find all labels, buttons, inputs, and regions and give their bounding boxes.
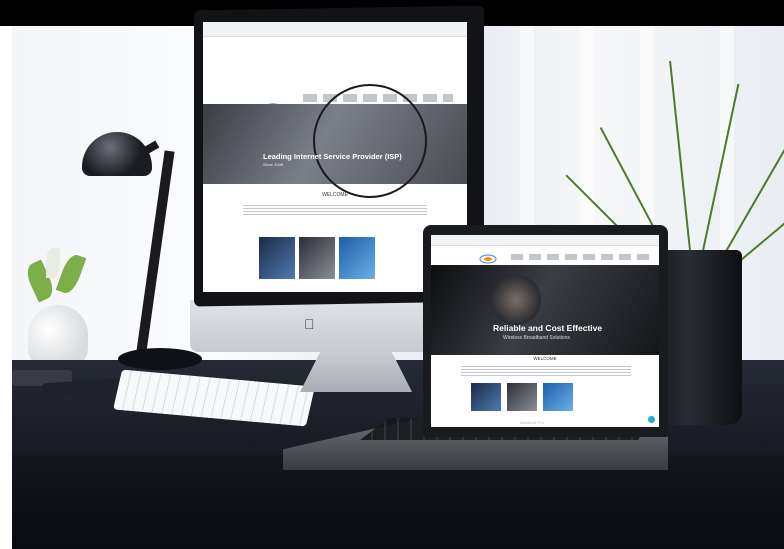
- white-vase: [28, 305, 88, 367]
- chat-icon: [648, 416, 655, 423]
- flower-bud: [46, 248, 60, 278]
- service-thumbnail: [299, 237, 335, 279]
- site-logo: [479, 251, 497, 264]
- browser-bar: [203, 22, 467, 37]
- welcome-heading: WELCOME: [533, 356, 557, 361]
- hero-subtitle: Since 2005: [263, 162, 284, 167]
- service-thumbnail: [543, 383, 573, 411]
- desk-scene:  Leading Internet Service Provider (ISP…: [0, 0, 784, 549]
- welcome-text-lines: [243, 205, 427, 215]
- welcome-text-lines: [461, 366, 631, 376]
- hero-subtitle: Wireless Broadband Solutions: [503, 335, 570, 341]
- device-label: MacBook Pro: [520, 420, 545, 425]
- service-thumbnail: [259, 237, 295, 279]
- macbook-screen: Reliable and Cost Effective Wireless Bro…: [431, 235, 659, 427]
- service-thumbnail: [471, 383, 501, 411]
- hero-title: Leading Internet Service Provider (ISP): [263, 152, 402, 161]
- service-thumbnail: [339, 237, 375, 279]
- hero-banner: Reliable and Cost Effective Wireless Bro…: [431, 265, 659, 355]
- service-thumbnail: [507, 383, 537, 411]
- lamp-base: [118, 348, 202, 370]
- satellite-dish: [313, 84, 427, 198]
- site-menu: [511, 254, 651, 260]
- apple-icon: : [304, 316, 315, 332]
- hand-image: [491, 275, 541, 325]
- hero-banner: Leading Internet Service Provider (ISP) …: [203, 84, 467, 198]
- hero-title: Reliable and Cost Effective: [493, 323, 603, 333]
- browser-bar: [431, 235, 659, 246]
- welcome-heading: WELCOME: [322, 192, 348, 198]
- left-white-border: [0, 26, 12, 549]
